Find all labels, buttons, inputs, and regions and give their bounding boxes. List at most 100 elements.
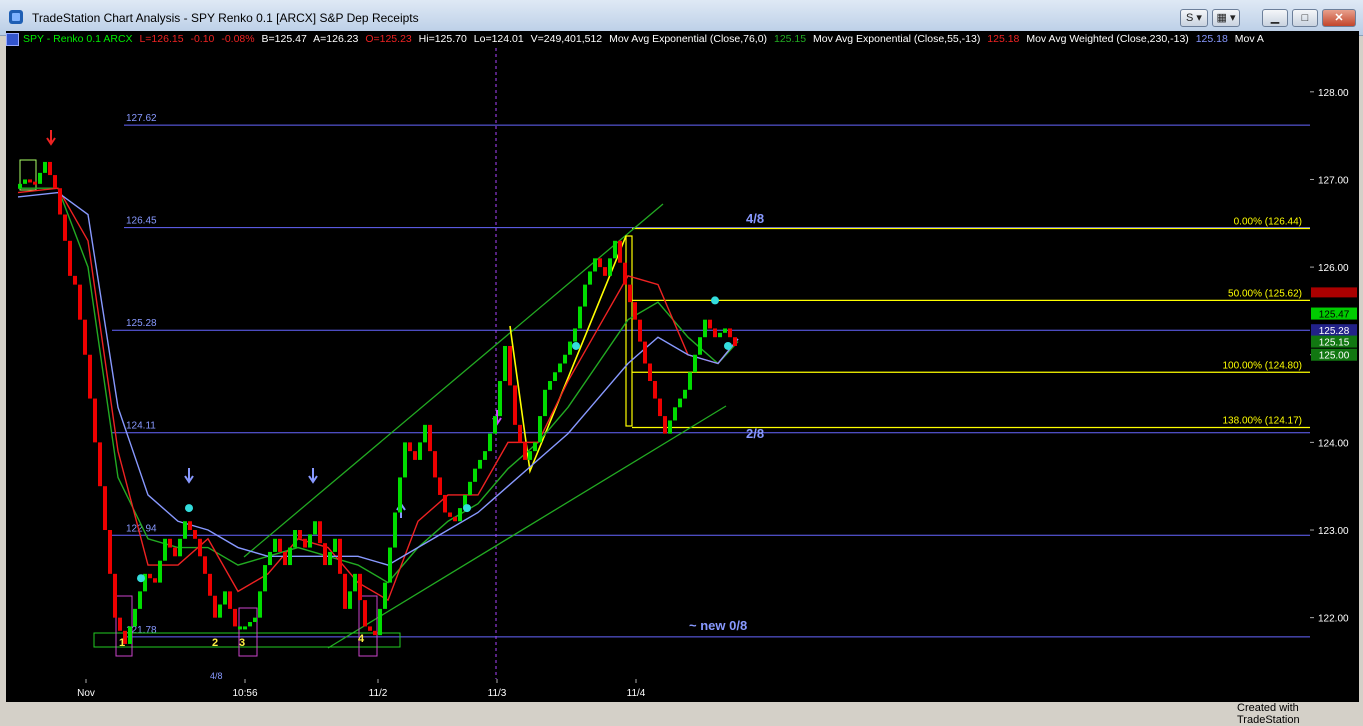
down-brick <box>318 521 322 544</box>
down-brick <box>63 214 67 241</box>
maximize-button[interactable]: □ <box>1292 9 1318 27</box>
up-brick <box>253 617 257 623</box>
down-brick <box>438 477 442 495</box>
down-brick <box>713 328 717 338</box>
up-brick <box>23 179 27 184</box>
down-brick <box>58 188 62 215</box>
down-brick <box>623 262 627 285</box>
channel-upper-line[interactable] <box>243 203 664 558</box>
legend-ind3-label: Mov Avg Weighted (Close,230,-13) <box>1026 33 1189 45</box>
legend-change-pct: -0.08% <box>221 33 255 45</box>
down-brick <box>728 328 732 338</box>
up-brick <box>18 183 22 189</box>
x-tick-label: 11/3 <box>488 688 507 699</box>
legend-ind3-tail: Mov A <box>1234 33 1264 45</box>
s-menu-label: S <box>1186 12 1194 24</box>
up-brick <box>588 271 592 285</box>
down-brick <box>653 381 657 399</box>
layout-menu-button[interactable]: ▦ ▾ <box>1212 9 1240 27</box>
up-brick <box>333 538 337 552</box>
window-title: TradeStation Chart Analysis - SPY Renko … <box>32 11 419 25</box>
murrey-level-label: 126.45 <box>126 216 157 227</box>
legend-ind3-value: 125.18 <box>1195 33 1228 45</box>
up-brick <box>218 604 222 618</box>
down-brick <box>198 538 202 557</box>
up-brick <box>223 591 227 605</box>
minimize-icon: ▁ <box>1270 12 1280 24</box>
legend-change: -0.10 <box>190 33 215 45</box>
wma-230-line[interactable] <box>17 191 739 566</box>
down-brick <box>303 538 307 548</box>
down-brick <box>148 573 152 579</box>
up-brick <box>718 332 722 338</box>
down-brick <box>413 451 417 460</box>
up-brick <box>698 337 702 355</box>
annotation-4-8: 4/8 <box>746 211 764 226</box>
up-brick <box>393 512 397 548</box>
up-brick <box>308 534 312 548</box>
up-brick <box>678 398 682 408</box>
fib-level-label: 0.00% (126.44) <box>1234 217 1302 228</box>
up-brick <box>128 626 132 644</box>
down-brick <box>343 573 347 609</box>
up-brick <box>668 420 672 434</box>
fib-level-label: 138.00% (124.17) <box>1222 415 1302 426</box>
up-brick <box>288 547 292 566</box>
up-brick <box>353 573 357 592</box>
up-brick <box>473 468 477 482</box>
pivot-number-label: 2 <box>212 637 218 649</box>
down-brick <box>113 573 117 618</box>
down-brick <box>203 556 207 574</box>
pivot-number-label: 3 <box>239 637 245 649</box>
murrey-level-label: 125.28 <box>126 318 157 329</box>
up-brick <box>388 547 392 583</box>
up-brick <box>138 591 142 609</box>
up-brick <box>498 381 502 417</box>
down-brick <box>733 337 737 346</box>
up-brick <box>313 521 317 535</box>
down-brick <box>193 530 197 539</box>
up-brick <box>248 622 252 627</box>
up-brick <box>688 372 692 390</box>
down-brick <box>88 354 92 399</box>
down-brick <box>513 385 517 425</box>
down-brick <box>118 617 122 631</box>
up-brick <box>398 477 402 513</box>
legend-bid: B=125.47 <box>261 33 307 45</box>
y-tick-label: 126.00 <box>1318 263 1349 274</box>
pivot-number-label: 4 <box>358 633 365 645</box>
price-plot[interactable]: 127.62126.45125.28124.11122.94121.78 0.0… <box>6 48 1311 679</box>
grid-icon: ▦ <box>1216 12 1227 24</box>
time-axis[interactable]: Nov 10:56 11/2 11/3 11/4 <box>6 679 1310 702</box>
pivot-dot <box>137 574 145 583</box>
minimize-button[interactable]: ▁ <box>1262 9 1288 27</box>
down-brick <box>33 181 37 185</box>
fib-level-label: 100.00% (124.80) <box>1222 360 1302 371</box>
fibonacci-levels: 0.00% (126.44) 50.00% (125.62) 100.00% (12… <box>632 217 1310 429</box>
close-button[interactable]: ✕ <box>1322 9 1356 27</box>
price-tag-label: 125.15 <box>1319 338 1350 349</box>
legend-low: Lo=124.01 <box>473 33 524 45</box>
moving-averages <box>17 187 739 602</box>
price-axis[interactable]: 128.00 127.00 126.00 125.00 124.00 123.00 122.… <box>1310 48 1359 679</box>
down-brick <box>298 530 302 539</box>
footer-credit: Created with TradeStation <box>1237 702 1300 726</box>
up-brick <box>553 372 557 382</box>
up-brick <box>543 389 547 417</box>
y-tick-label: 127.00 <box>1318 175 1349 186</box>
down-brick <box>408 442 412 452</box>
up-brick <box>418 442 422 460</box>
chart-drawings <box>19 48 727 679</box>
maximize-icon: □ <box>1301 12 1309 24</box>
up-brick <box>38 172 42 184</box>
s-menu-button[interactable]: S ▾ <box>1180 9 1208 27</box>
ema-55-line[interactable] <box>17 187 739 602</box>
close-icon: ✕ <box>1334 12 1344 24</box>
up-brick <box>163 538 167 561</box>
legend-last: L=126.15 <box>139 33 184 45</box>
murrey-level-label: 124.11 <box>126 421 156 432</box>
up-brick <box>328 551 332 566</box>
down-arrow-icon <box>308 468 318 484</box>
annotation-2-8: 2/8 <box>746 426 764 441</box>
x-tick-label: 11/2 <box>369 688 388 699</box>
